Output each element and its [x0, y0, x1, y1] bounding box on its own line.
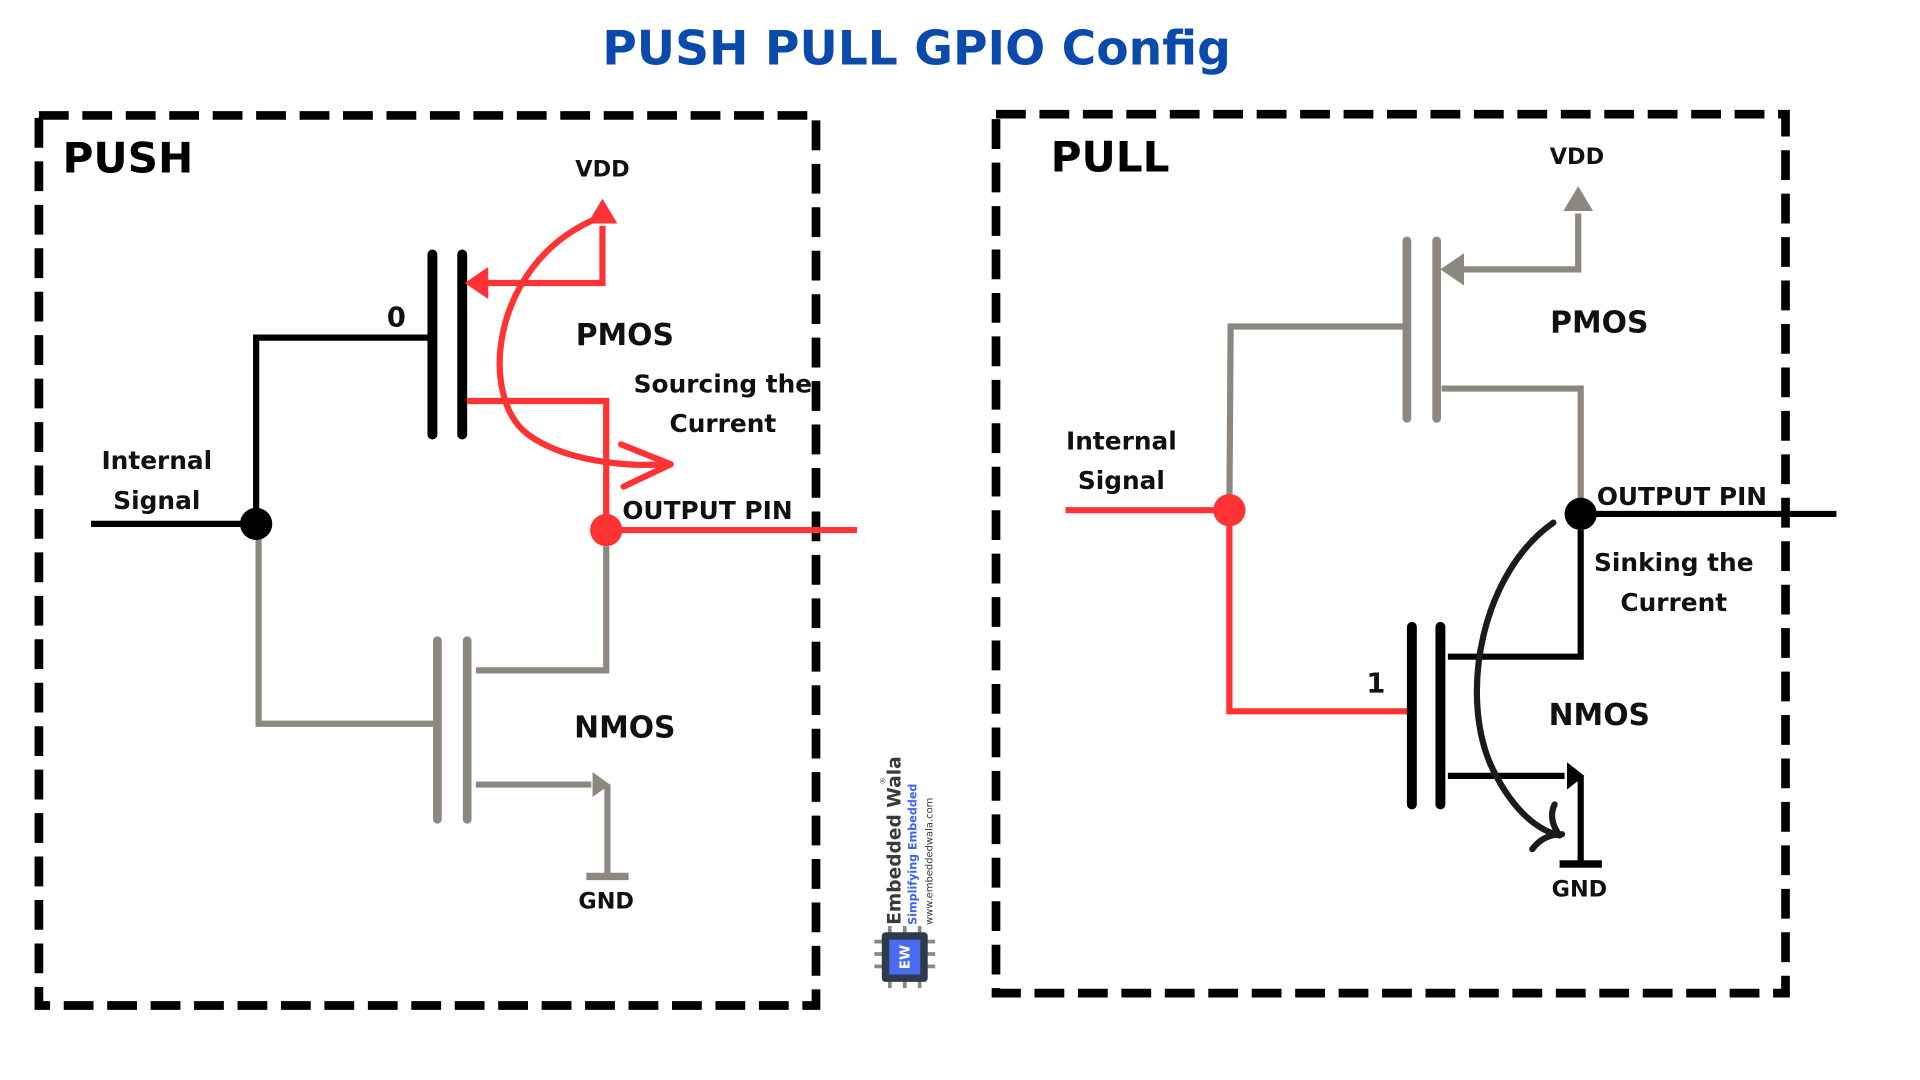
pull-panel: PULL Internal Signal 1 VDD PMOS OUTPUT P… [991, 109, 1837, 998]
pull-pmos-source-arrow [1440, 253, 1464, 286]
pull-current-label-1: Sinking the [1594, 548, 1753, 577]
pull-vdd-wire [1462, 213, 1582, 273]
logo-tagline: Simplifying Embedded [907, 784, 920, 925]
push-panel: PUSH Internal Signal 0 PMOS VDD Sourcing… [34, 111, 857, 1010]
push-nmos-gate-wire [255, 523, 435, 727]
push-gate-value: 0 [387, 302, 406, 333]
pull-input-label-2: Signal [1078, 466, 1165, 495]
pull-input-junction [1213, 494, 1246, 527]
pull-input-label-1: Internal [1066, 426, 1177, 455]
push-pull-diagram: PUSH PULL GPIO Config PUSH Internal Sign… [34, 22, 1837, 1010]
push-pmos-drain-wire [467, 397, 610, 531]
pull-current-arc [1473, 519, 1563, 839]
push-output-junction [590, 513, 623, 547]
chip-icon: EW [874, 926, 936, 989]
push-pmos-source-arrow [464, 266, 489, 300]
pull-gnd-label: GND [1552, 876, 1608, 902]
chip-text: EW [897, 945, 913, 969]
pull-panel-title: PULL [1051, 132, 1170, 181]
pull-nmos-label: NMOS [1549, 698, 1650, 733]
push-pmos-transistor [427, 249, 468, 440]
pull-output-junction [1564, 497, 1597, 531]
push-nmos-drain-wire [475, 546, 610, 674]
push-current-label-1: Sourcing the [634, 369, 812, 398]
pull-nmos-transistor [1406, 621, 1446, 810]
push-input-junction [240, 507, 273, 540]
pull-vdd-label: VDD [1550, 144, 1604, 170]
logo-name: Embedded Wala [884, 756, 905, 924]
pull-output-label: OUTPUT PIN [1597, 482, 1767, 511]
push-pmos-gate-wire [253, 334, 432, 524]
push-current-label-2: Current [670, 409, 777, 438]
pull-pmos-label: PMOS [1550, 306, 1648, 341]
push-input-label-2: Signal [113, 486, 200, 515]
push-panel-title: PUSH [62, 134, 193, 183]
push-nmos-label: NMOS [574, 710, 675, 745]
pull-gate-value: 1 [1366, 669, 1385, 700]
pull-vdd-arrow [1563, 186, 1594, 212]
embedded-wala-logo: EW Embedded Wala ® Simplifying Embedded … [874, 756, 936, 989]
push-output-label: OUTPUT PIN [622, 496, 792, 525]
push-gnd-label: GND [578, 889, 634, 915]
diagram-title: PUSH PULL GPIO Config [602, 22, 1231, 77]
pull-pmos-drain-wire [1441, 385, 1584, 512]
push-input-label-1: Internal [101, 446, 212, 475]
logo-registered: ® [879, 777, 888, 784]
pull-pmos-gate-wire [1226, 323, 1405, 511]
push-pmos-label: PMOS [576, 318, 674, 353]
push-vdd-label: VDD [575, 156, 629, 182]
push-nmos-transistor [433, 636, 472, 824]
logo-url: www.embeddedwala.com [925, 798, 936, 925]
pull-pmos-transistor [1402, 236, 1442, 423]
push-panel-border [34, 111, 821, 1010]
pull-current-label-2: Current [1620, 588, 1727, 617]
pull-nmos-drain-wire [1447, 530, 1584, 660]
